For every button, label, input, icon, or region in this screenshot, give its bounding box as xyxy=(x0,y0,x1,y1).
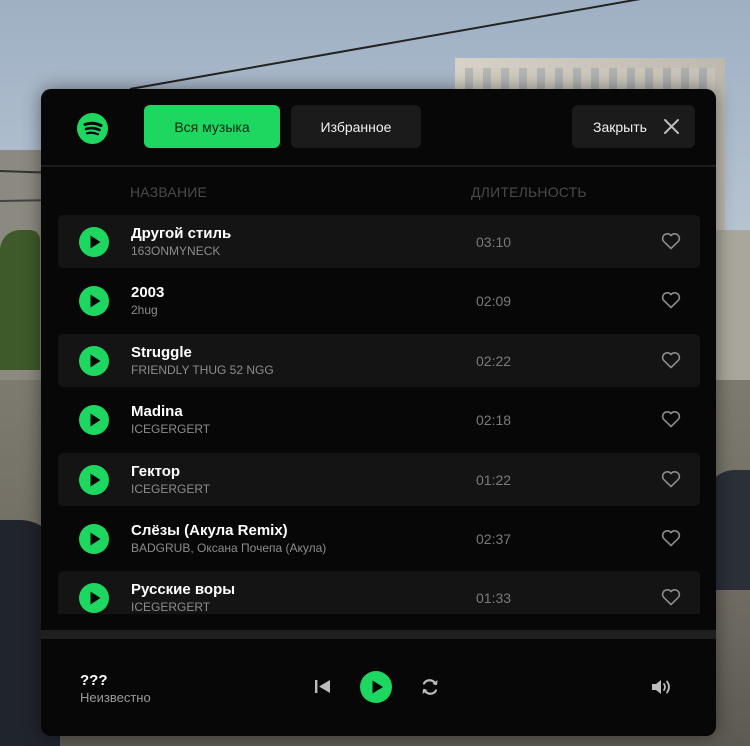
heart-outline-icon xyxy=(661,471,681,488)
track-row[interactable]: Другой стиль 163ONMYNECK 03:10 xyxy=(58,215,700,268)
track-duration: 02:37 xyxy=(476,531,512,547)
favorite-button[interactable] xyxy=(661,529,681,547)
track-title: Struggle xyxy=(131,344,192,361)
track-row[interactable]: Struggle FRIENDLY THUG 52 NGG 02:22 xyxy=(58,334,700,387)
heart-outline-icon xyxy=(661,589,681,606)
volume-icon xyxy=(652,680,670,694)
repeat-button[interactable] xyxy=(420,677,440,697)
footer-divider xyxy=(41,630,716,639)
track-artist: FRIENDLY THUG 52 NGG xyxy=(131,363,274,377)
track-duration: 02:18 xyxy=(476,412,512,428)
favorite-button[interactable] xyxy=(661,588,681,606)
track-duration: 01:33 xyxy=(476,590,512,606)
heart-outline-icon xyxy=(661,530,681,547)
track-title: Гектор xyxy=(131,463,181,480)
play-icon xyxy=(90,294,101,308)
now-playing-artist: Неизвестно xyxy=(80,690,151,705)
heart-outline-icon xyxy=(661,292,681,309)
track-duration: 01:22 xyxy=(476,472,512,488)
track-play-button[interactable] xyxy=(79,524,109,554)
music-player-window: Вся музыка Избранное Закрыть НАЗВАНИЕ ДЛ… xyxy=(41,89,716,736)
play-icon xyxy=(90,473,101,487)
spotify-logo-icon xyxy=(77,113,108,144)
track-row[interactable]: 2003 2hug 02:09 xyxy=(58,274,700,327)
tab-all-music[interactable]: Вся музыка xyxy=(144,105,280,148)
favorite-button[interactable] xyxy=(661,291,681,309)
now-playing-title: ??? xyxy=(80,672,108,689)
favorite-button[interactable] xyxy=(661,470,681,488)
play-icon xyxy=(90,591,101,605)
play-icon xyxy=(90,354,101,368)
favorite-button[interactable] xyxy=(661,232,681,250)
player-header: Вся музыка Избранное Закрыть xyxy=(41,89,716,165)
play-icon xyxy=(372,680,383,694)
volume-button[interactable] xyxy=(651,677,673,697)
play-icon xyxy=(90,413,101,427)
track-list[interactable]: Другой стиль 163ONMYNECK 03:10 2003 2hug 02:0… xyxy=(58,215,700,614)
track-artist: ICEGERGERT xyxy=(131,482,211,496)
track-artist: ICEGERGERT xyxy=(131,600,211,614)
column-header-duration: ДЛИТЕЛЬНОСТЬ xyxy=(471,184,587,200)
track-artist: 2hug xyxy=(131,303,158,317)
track-row[interactable]: Русские воры ICEGERGERT 01:33 xyxy=(58,571,700,614)
play-icon xyxy=(90,532,101,546)
tab-favorites[interactable]: Избранное xyxy=(291,105,421,148)
track-play-button[interactable] xyxy=(79,227,109,257)
track-duration: 02:22 xyxy=(476,353,512,369)
track-row[interactable]: Слёзы (Акула Remix) BADGRUB, Оксана Почеп… xyxy=(58,512,700,565)
background-building xyxy=(716,230,750,400)
track-play-button[interactable] xyxy=(79,465,109,495)
track-artist: ICEGERGERT xyxy=(131,422,211,436)
background-tree xyxy=(0,230,40,370)
track-artist: 163ONMYNECK xyxy=(131,244,221,258)
track-title: 2003 xyxy=(131,284,165,301)
track-play-button[interactable] xyxy=(79,286,109,316)
track-artist: BADGRUB, Оксана Почепа (Акула) xyxy=(131,541,327,555)
close-button-label: Закрыть xyxy=(593,118,647,135)
skip-previous-icon xyxy=(315,680,330,693)
close-icon xyxy=(664,119,679,134)
repeat-icon xyxy=(422,679,438,695)
track-row[interactable]: Гектор ICEGERGERT 01:22 xyxy=(58,453,700,506)
heart-outline-icon xyxy=(661,233,681,250)
track-title: Madina xyxy=(131,403,183,420)
track-row[interactable]: Madina ICEGERGERT 02:18 xyxy=(58,393,700,446)
track-title: Слёзы (Акула Remix) xyxy=(131,522,288,539)
close-button[interactable]: Закрыть xyxy=(572,105,695,148)
column-header-title: НАЗВАНИЕ xyxy=(130,184,208,200)
track-play-button[interactable] xyxy=(79,405,109,435)
previous-track-button[interactable] xyxy=(314,678,331,695)
heart-outline-icon xyxy=(661,411,681,428)
header-divider xyxy=(41,165,716,167)
track-title: Другой стиль xyxy=(131,225,232,242)
play-icon xyxy=(90,235,101,249)
heart-outline-icon xyxy=(661,352,681,369)
track-duration: 03:10 xyxy=(476,234,512,250)
track-play-button[interactable] xyxy=(79,346,109,376)
track-duration: 02:09 xyxy=(476,293,512,309)
track-title: Русские воры xyxy=(131,581,236,598)
play-pause-button[interactable] xyxy=(360,671,392,703)
favorite-button[interactable] xyxy=(661,410,681,428)
favorite-button[interactable] xyxy=(661,351,681,369)
track-play-button[interactable] xyxy=(79,583,109,613)
